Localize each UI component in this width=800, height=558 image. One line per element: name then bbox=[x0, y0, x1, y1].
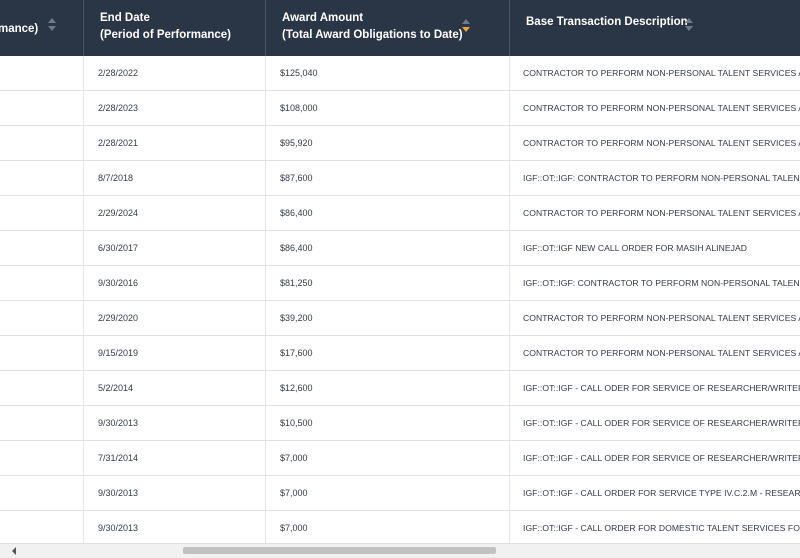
award-amount-cell: $17,600 bbox=[266, 336, 510, 370]
award-amount-cell: $108,000 bbox=[266, 91, 510, 125]
description-cell: CONTRACTOR TO PERFORM NON-PERSONAL TALEN… bbox=[523, 103, 800, 113]
column-header-award-amount[interactable]: Award Amount (Total Award Obligations to… bbox=[266, 0, 510, 56]
table-row[interactable]: 9/30/2016 $81,250 IGF::OT::IGF: CONTRACTOR… bbox=[0, 266, 800, 301]
start-date-cell bbox=[0, 91, 84, 125]
column-header-label: Base Transaction Description bbox=[526, 16, 688, 28]
end-date-cell: 2/29/2020 bbox=[84, 301, 266, 335]
award-amount-cell: $87,600 bbox=[266, 161, 510, 195]
end-date-cell: 9/30/2013 bbox=[84, 406, 266, 440]
description-cell: IGF::OT::IGF: CONTRACTOR TO PERFORM NON-… bbox=[523, 173, 800, 183]
horizontal-scrollbar[interactable] bbox=[0, 543, 800, 558]
sort-descending-icon[interactable] bbox=[462, 19, 470, 33]
description-cell: CONTRACTOR TO PERFORM NON-PERSONAL TALEN… bbox=[523, 208, 800, 218]
award-amount-cell: $86,400 bbox=[266, 196, 510, 230]
column-header-description[interactable]: Base Transaction Description bbox=[510, 0, 800, 56]
description-cell: CONTRACTOR TO PERFORM NON-PERSONAL TALEN… bbox=[523, 313, 800, 323]
start-date-cell bbox=[0, 196, 84, 230]
description-cell: IGF::OT::IGF - CALL ODER FOR SERVICE OF … bbox=[523, 418, 800, 428]
award-amount-cell: $12,600 bbox=[266, 371, 510, 405]
end-date-cell: 2/29/2024 bbox=[84, 196, 266, 230]
sort-icon[interactable] bbox=[685, 18, 693, 32]
start-date-cell bbox=[0, 476, 84, 510]
end-date-cell: 7/31/2014 bbox=[84, 441, 266, 475]
column-header-label: End Date bbox=[100, 12, 150, 24]
start-date-cell bbox=[0, 511, 84, 545]
description-cell: IGF::OT::IGF - CALL ORDER FOR DOMESTIC T… bbox=[523, 523, 800, 533]
table-row[interactable]: 9/30/2013 $10,500 IGF::OT::IGF - CALL ODER… bbox=[0, 406, 800, 441]
table-row[interactable]: 6/30/2017 $86,400 IGF::OT::IGF NEW CALL OR… bbox=[0, 231, 800, 266]
end-date-cell: 9/30/2013 bbox=[84, 476, 266, 510]
description-cell: CONTRACTOR TO PERFORM NON-PERSONAL TALEN… bbox=[523, 68, 800, 78]
award-amount-cell: $10,500 bbox=[266, 406, 510, 440]
start-date-cell bbox=[0, 301, 84, 335]
column-header-label: Award Amount bbox=[282, 12, 364, 24]
start-date-cell bbox=[0, 161, 84, 195]
description-cell: IGF::OT::IGF - CALL ODER FOR SERVICE OF … bbox=[523, 383, 800, 393]
start-date-cell bbox=[0, 56, 84, 90]
description-cell: CONTRACTOR TO PERFORM NON-PERSONAL TALEN… bbox=[523, 138, 800, 148]
description-cell: CONTRACTOR TO PERFORM NON-PERSONAL TALEN… bbox=[523, 348, 800, 358]
start-date-cell bbox=[0, 266, 84, 300]
column-header-label: mance) bbox=[0, 23, 39, 35]
description-cell: IGF::OT::IGF NEW CALL ORDER FOR MASIH AL… bbox=[523, 243, 748, 253]
start-date-cell bbox=[0, 441, 84, 475]
table-row[interactable]: 2/28/2021 $95,920 CONTRACTOR TO PERFORM NO… bbox=[0, 126, 800, 161]
award-amount-cell: $95,920 bbox=[266, 126, 510, 160]
table-header: mance) End Date (Period of Performance) … bbox=[0, 0, 800, 56]
table-row[interactable]: 7/31/2014 $7,000 IGF::OT::IGF - CALL ODER … bbox=[0, 441, 800, 476]
description-cell: IGF::OT::IGF: CONTRACTOR TO PERFORM NON-… bbox=[523, 278, 800, 288]
end-date-cell: 8/7/2018 bbox=[84, 161, 266, 195]
award-amount-cell: $81,250 bbox=[266, 266, 510, 300]
column-header-sublabel: (Period of Performance) bbox=[100, 29, 231, 41]
end-date-cell: 2/28/2021 bbox=[84, 126, 266, 160]
end-date-cell: 6/30/2017 bbox=[84, 231, 266, 265]
end-date-cell: 2/28/2022 bbox=[84, 56, 266, 90]
table-row[interactable]: 9/15/2019 $17,600 CONTRACTOR TO PERFORM NO… bbox=[0, 336, 800, 371]
table-row[interactable]: 9/30/2013 $7,000 IGF::OT::IGF - CALL ORDER… bbox=[0, 511, 800, 546]
end-date-cell: 5/2/2014 bbox=[84, 371, 266, 405]
table-row[interactable]: 2/28/2023 $108,000 CONTRACTOR TO PERFORM N… bbox=[0, 91, 800, 126]
start-date-cell bbox=[0, 371, 84, 405]
award-amount-cell: $7,000 bbox=[266, 441, 510, 475]
column-header-sublabel: (Total Award Obligations to Date) bbox=[282, 29, 463, 41]
table-row[interactable]: 2/28/2022 $125,040 CONTRACTOR TO PERFORM N… bbox=[0, 56, 800, 91]
table-row[interactable]: 9/30/2013 $7,000 IGF::OT::IGF - CALL ORDER… bbox=[0, 476, 800, 511]
end-date-cell: 2/28/2023 bbox=[84, 91, 266, 125]
column-header-start-date[interactable]: mance) bbox=[0, 0, 84, 56]
end-date-cell: 9/30/2016 bbox=[84, 266, 266, 300]
sort-icon[interactable] bbox=[48, 18, 56, 32]
start-date-cell bbox=[0, 231, 84, 265]
start-date-cell bbox=[0, 126, 84, 160]
end-date-cell: 9/30/2013 bbox=[84, 511, 266, 545]
table-row[interactable]: 5/2/2014 $12,600 IGF::OT::IGF - CALL ODER … bbox=[0, 371, 800, 406]
table-row[interactable]: 8/7/2018 $87,600 IGF::OT::IGF: CONTRACTOR … bbox=[0, 161, 800, 196]
column-header-end-date[interactable]: End Date (Period of Performance) bbox=[84, 0, 266, 56]
description-cell: IGF::OT::IGF - CALL ODER FOR SERVICE OF … bbox=[523, 453, 800, 463]
scroll-left-arrow-icon[interactable] bbox=[12, 547, 16, 555]
end-date-cell: 9/15/2019 bbox=[84, 336, 266, 370]
award-amount-cell: $39,200 bbox=[266, 301, 510, 335]
award-amount-cell: $7,000 bbox=[266, 476, 510, 510]
start-date-cell bbox=[0, 406, 84, 440]
start-date-cell bbox=[0, 336, 84, 370]
award-amount-cell: $125,040 bbox=[266, 56, 510, 90]
table-body: 2/28/2022 $125,040 CONTRACTOR TO PERFORM N… bbox=[0, 56, 800, 546]
description-cell: IGF::OT::IGF - CALL ORDER FOR SERVICE TY… bbox=[523, 488, 800, 498]
scrollbar-thumb[interactable] bbox=[183, 547, 496, 554]
awards-table: mance) End Date (Period of Performance) … bbox=[0, 0, 800, 546]
award-amount-cell: $7,000 bbox=[266, 511, 510, 545]
table-row[interactable]: 2/29/2020 $39,200 CONTRACTOR TO PERFORM NO… bbox=[0, 301, 800, 336]
award-amount-cell: $86,400 bbox=[266, 231, 510, 265]
table-row[interactable]: 2/29/2024 $86,400 CONTRACTOR TO PERFORM NO… bbox=[0, 196, 800, 231]
